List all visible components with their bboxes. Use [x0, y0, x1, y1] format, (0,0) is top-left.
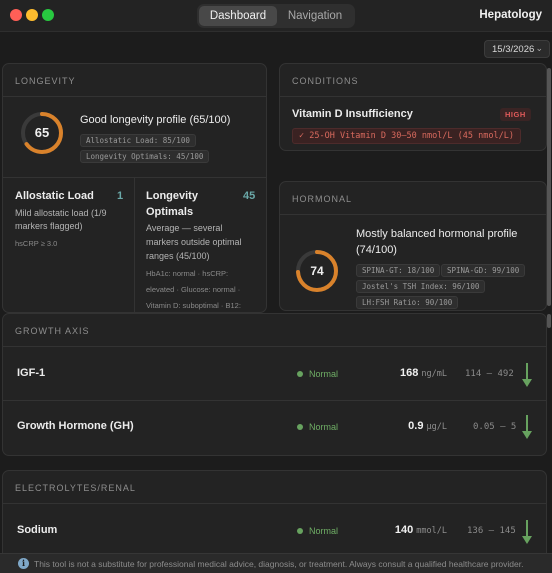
- scrollbar-thumb[interactable]: [547, 68, 551, 306]
- trend-down-icon: [522, 415, 532, 439]
- date-picker[interactable]: 15/3/2026 ⌄: [484, 40, 550, 58]
- optimals-detail-line1: HbA1c: normal · hsCRP:: [146, 269, 229, 278]
- conditions-card: CONDITIONS Vitamin D Insufficiency HIGH …: [279, 63, 547, 151]
- optimals-desc-line3: ranges (45/100): [146, 251, 210, 261]
- title-bar: Dashboard Navigation Hepatology: [0, 0, 552, 32]
- growth-axis-title: GROWTH AXIS: [15, 326, 90, 336]
- divider: [3, 400, 546, 401]
- value-unit: mmol/L: [416, 526, 447, 536]
- status-label: Normal: [309, 526, 339, 536]
- divider: [3, 96, 266, 97]
- longevity-title: LONGEVITY: [15, 76, 76, 86]
- optimals-detail-line3: Vitamin D: suboptimal · B12:: [146, 301, 241, 310]
- allostatic-count: 1: [117, 190, 124, 202]
- optimals-title-line1: Longevity: [146, 190, 198, 202]
- allostatic-title: Allostatic Load: [15, 190, 94, 202]
- divider: [134, 177, 135, 312]
- divider: [3, 346, 546, 347]
- hormonal-profile-line2: (74/100): [356, 244, 397, 256]
- severity-badge: HIGH: [500, 108, 531, 121]
- value-number: 140: [394, 524, 414, 536]
- value-number: 0.9: [408, 420, 424, 432]
- hormonal-title: HORMONAL: [292, 194, 353, 204]
- trend-down-icon: [522, 520, 532, 544]
- optimals-desc-line2: markers outside optimal: [146, 237, 242, 247]
- view-switcher: Dashboard Navigation: [197, 4, 355, 28]
- pill-spina-gd: SPINA-GD: 99/100: [441, 264, 526, 277]
- longevity-profile: Good longevity profile (65/100): [80, 114, 231, 126]
- hormonal-card: HORMONAL 74 Mostly balanced hormonal pro…: [279, 181, 547, 311]
- optimals-detail-line2: elevated · Glucose: normal ·: [146, 285, 241, 294]
- longevity-score: 65: [34, 125, 50, 140]
- tab-dashboard[interactable]: Dashboard: [199, 6, 277, 26]
- measure-name: IGF-1: [17, 367, 46, 379]
- optimals-desc-line1: Average — several: [146, 223, 223, 233]
- close-window-button[interactable]: [10, 9, 22, 21]
- date-value: 15/3/2026: [492, 43, 535, 55]
- divider: [280, 214, 546, 215]
- pill-jostel-tsh: Jostel's TSH Index: 96/100: [356, 280, 486, 293]
- hormonal-profile-line1: Mostly balanced hormonal profile: [356, 228, 518, 240]
- condition-detail: ✓ 25-OH Vitamin D 30–50 nmol/L (45 nmol/…: [292, 128, 521, 144]
- status-label: Normal: [309, 422, 339, 432]
- reference-range: 0.05 – 5: [473, 422, 517, 432]
- measure-name: Sodium: [17, 524, 58, 536]
- longevity-card: LONGEVITY 65 Good longevity profile (65/…: [2, 63, 267, 313]
- reference-range: 114 – 492: [465, 369, 514, 379]
- status-dot: [297, 371, 303, 377]
- divider: [280, 96, 546, 97]
- growth-axis-card: GROWTH AXIS IGF-1 Normal 168 ng/mL 114 –…: [2, 313, 547, 456]
- status-dot: [297, 528, 303, 534]
- allostatic-detail: hsCRP ≥ 3.0: [15, 239, 58, 248]
- allostatic-desc-line2: markers flagged): [15, 221, 83, 231]
- disclaimer-bar: i This tool is not a substitute for prof…: [0, 553, 552, 573]
- app-title: Hepatology: [479, 9, 542, 21]
- disclaimer-text: This tool is not a substitute for profes…: [34, 559, 524, 569]
- measure-value: 168 ng/mL: [343, 367, 447, 379]
- pill-spina-gt: SPINA-GT: 18/100: [356, 264, 441, 277]
- tab-navigation[interactable]: Navigation: [277, 6, 353, 26]
- value-unit: ng/mL: [421, 369, 447, 379]
- measure-value: 140 mmol/L: [343, 524, 447, 536]
- reference-range: 136 – 145: [467, 526, 516, 536]
- status-label: Normal: [309, 369, 339, 379]
- optimals-count: 45: [243, 190, 256, 202]
- electrolytes-title: ELECTROLYTES/RENAL: [15, 483, 136, 493]
- divider: [3, 503, 546, 504]
- condition-detail-text: 25-OH Vitamin D 30–50 nmol/L (45 nmol/L): [309, 131, 514, 141]
- pill-optimals: Longevity Optimals: 45/100: [80, 150, 210, 163]
- pill-allostatic: Allostatic Load: 85/100: [80, 134, 196, 147]
- trend-down-icon: [522, 363, 532, 387]
- zoom-window-button[interactable]: [42, 9, 54, 21]
- value-number: 168: [399, 367, 419, 379]
- conditions-title: CONDITIONS: [292, 76, 359, 86]
- minimize-window-button[interactable]: [26, 9, 38, 21]
- divider: [3, 177, 266, 178]
- condition-name: Vitamin D Insufficiency: [292, 108, 413, 120]
- measure-value: 0.9 µg/L: [343, 420, 447, 432]
- value-unit: µg/L: [426, 422, 447, 432]
- allostatic-desc-line1: Mild allostatic load (1/9: [15, 208, 107, 218]
- pill-lh-fsh: LH:FSH Ratio: 90/100: [356, 296, 459, 309]
- measure-name: Growth Hormone (GH): [17, 420, 134, 432]
- check-icon: ✓: [299, 131, 305, 141]
- status-dot: [297, 424, 303, 430]
- chevron-down-icon: ⌄: [535, 43, 543, 53]
- info-icon: i: [18, 558, 29, 569]
- hormonal-score: 74: [310, 264, 324, 278]
- scrollbar-thumb[interactable]: [547, 314, 551, 328]
- optimals-title-line2: Optimals: [146, 206, 194, 218]
